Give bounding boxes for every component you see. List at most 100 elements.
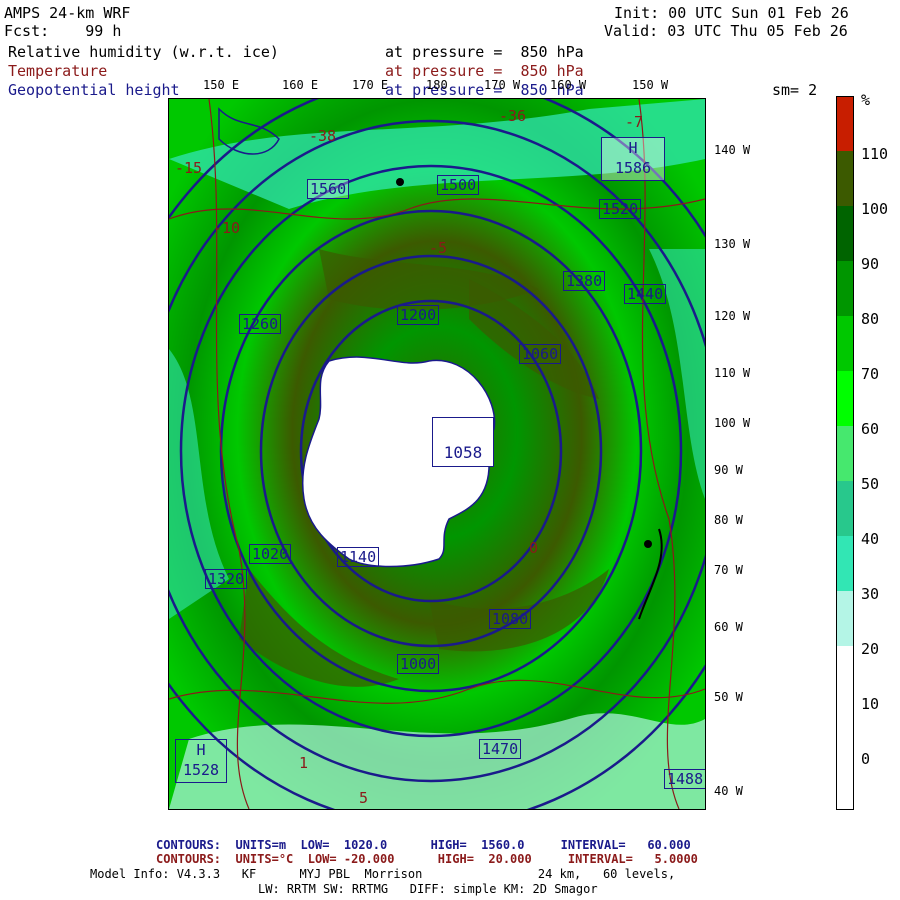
colorbar-segment: [837, 701, 853, 756]
colorbar-label: 0: [861, 750, 871, 768]
height-contour-label: 1500: [437, 175, 480, 195]
height-contour-label: 1320: [205, 569, 248, 589]
colorbar-segment: [837, 371, 853, 426]
colorbar-segment: [837, 591, 853, 646]
colorbar-unit: %: [861, 91, 871, 109]
station-marker: [644, 540, 652, 548]
colorbar-segment: [837, 481, 853, 536]
contours-temp-info: CONTOURS: UNITS=°C LOW= -20.000 HIGH= 20…: [156, 852, 698, 866]
field-name-rh: Relative humidity (w.r.t. ice): [8, 43, 279, 61]
smoothing-label: sm= 2: [772, 81, 818, 99]
high-pressure-label: H 1586: [601, 137, 665, 181]
temp-contour-label: 0: [529, 539, 539, 557]
lon-label: 170 E: [352, 78, 389, 92]
colorbar-segment: [837, 536, 853, 591]
colorbar-label: 50: [861, 475, 880, 493]
colorbar-label: 110: [861, 145, 889, 163]
lat-label: 100 W: [714, 416, 751, 430]
height-contour-label: 1060: [519, 344, 562, 364]
high-marker: H: [628, 139, 638, 157]
temp-contour-label: -36: [499, 107, 527, 125]
contours-label: CONTOURS:: [156, 852, 222, 866]
lat-label: 70 W: [714, 563, 743, 577]
init-time: Init: 00 UTC Sun 01 Feb 26: [614, 4, 849, 22]
colorbar-label: 60: [861, 420, 880, 438]
contours-low: LOW= -20.000: [307, 852, 395, 866]
height-contour-label: 1260: [239, 314, 282, 334]
lon-label: 170 W: [484, 78, 521, 92]
forecast-label: Fcst: 99 h: [4, 22, 121, 40]
lon-label: 180: [426, 78, 448, 92]
lon-label: 160 W: [550, 78, 587, 92]
lat-label: 50 W: [714, 690, 743, 704]
high-pressure-label: H 1528: [175, 739, 227, 783]
polar-map: H 1586 H 1528 1560 1520 1500 1440 1380 132…: [168, 98, 706, 810]
colorbar-label: 20: [861, 640, 880, 658]
lat-label: 130 W: [714, 237, 751, 251]
contours-low: LOW= 1020.0: [300, 838, 388, 852]
valid-time: Valid: 03 UTC Thu 05 Feb 26: [604, 22, 848, 40]
lat-label: 110 W: [714, 366, 751, 380]
lon-label: 150 E: [203, 78, 240, 92]
temp-contour-label: 1: [299, 754, 309, 772]
high-value: 1528: [182, 761, 220, 779]
contours-high: HIGH= 20.000: [437, 852, 532, 866]
forecast-label-text: Fcst:: [4, 22, 50, 40]
lat-label: 40 W: [714, 784, 743, 798]
colorbar-segment: [837, 426, 853, 481]
height-contour-label: 1140: [337, 547, 380, 567]
colorbar-label: 10: [861, 695, 880, 713]
contours-interval: INTERVAL= 60.000: [560, 838, 691, 852]
lat-label: 60 W: [714, 620, 743, 634]
field-level-rh: at pressure = 850 hPa: [385, 43, 584, 61]
station-marker: [396, 178, 404, 186]
temp-contour-label: -10: [213, 219, 241, 237]
colorbar: [836, 96, 854, 810]
height-contour-label: 1470: [479, 739, 522, 759]
colorbar-label: 40: [861, 530, 880, 548]
colorbar-label: 90: [861, 255, 880, 273]
colorbar-segment: [837, 646, 853, 701]
center-height-label: 1058: [432, 417, 494, 467]
contours-label: CONTOURS:: [156, 838, 222, 852]
contours-high: HIGH= 1560.0: [430, 838, 525, 852]
high-value: 1586: [614, 159, 652, 177]
height-contour-label: 1020: [249, 544, 292, 564]
contours-units: UNITS=m: [235, 838, 287, 852]
lat-label: 140 W: [714, 143, 751, 157]
model-info-line1: Model Info: V4.3.3 KF MYJ PBL Morrison 2…: [90, 867, 676, 881]
height-contour-label: 1560: [307, 179, 350, 199]
lat-label: 90 W: [714, 463, 743, 477]
height-contour-label: 1380: [563, 271, 606, 291]
height-contour-label: 1200: [397, 305, 440, 325]
field-name-temp: Temperature: [8, 62, 108, 80]
forecast-hours: 99 h: [85, 22, 122, 40]
contours-units: UNITS=°C: [235, 852, 294, 866]
temp-contour-label: -5: [429, 239, 448, 257]
colorbar-segment: [837, 316, 853, 371]
temp-contour-label: -38: [309, 127, 337, 145]
colorbar-segment: [837, 261, 853, 316]
colorbar-segment: [837, 206, 853, 261]
temp-contour-label: -15: [175, 159, 203, 177]
colorbar-segment: [837, 151, 853, 206]
contours-interval: INTERVAL= 5.0000: [567, 852, 698, 866]
height-contour-label: 1080: [489, 609, 532, 629]
colorbar-label: 30: [861, 585, 880, 603]
field-name-height: Geopotential height: [8, 81, 180, 99]
lat-label: 80 W: [714, 513, 743, 527]
lon-label: 150 W: [632, 78, 669, 92]
contours-height-info: CONTOURS: UNITS=m LOW= 1020.0 HIGH= 1560…: [156, 838, 691, 852]
model-info-line2: LW: RRTM SW: RRTMG DIFF: simple KM: 2D S…: [258, 882, 598, 896]
lon-label: 160 E: [282, 78, 319, 92]
height-contour-label: 1440: [624, 284, 667, 304]
colorbar-label: 80: [861, 310, 880, 328]
colorbar-segment: [837, 756, 853, 809]
height-contour-label: 1488: [664, 769, 705, 789]
height-contour-label: 1000: [397, 654, 440, 674]
colorbar-label: 70: [861, 365, 880, 383]
lat-label: 120 W: [714, 309, 751, 323]
height-contour-label: 1520: [599, 199, 642, 219]
temp-contour-label: -7: [625, 113, 644, 131]
model-title: AMPS 24-km WRF: [4, 4, 131, 22]
